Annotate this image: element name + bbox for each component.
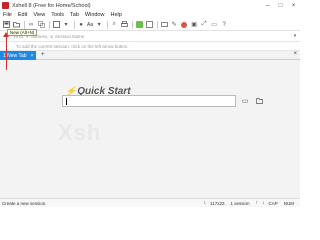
- transfer-icon[interactable]: [135, 21, 143, 29]
- terminal-size-icon: ↕: [203, 200, 207, 206]
- help-icon[interactable]: ?: [220, 21, 228, 29]
- edit-icon[interactable]: ✎: [170, 21, 178, 29]
- print-icon[interactable]: [120, 21, 128, 29]
- window-title: Xshell 8 (Free for Home/School): [12, 2, 91, 9]
- watermark-logo: Xsh: [58, 120, 102, 145]
- window-controls: – □ ×: [261, 0, 300, 11]
- menu-tab[interactable]: Tab: [70, 12, 79, 18]
- menu-file[interactable]: File: [3, 12, 12, 18]
- session-count: 1 session: [230, 200, 250, 206]
- globe-icon[interactable]: ●: [77, 21, 85, 29]
- menu-window[interactable]: Window: [85, 12, 105, 18]
- scroll-up-icon[interactable]: ↑: [255, 200, 258, 206]
- text-cursor: [66, 97, 67, 105]
- toolbar-divider: [107, 20, 109, 29]
- add-tab-button[interactable]: +: [41, 52, 45, 58]
- address-bar: Host, IP address, or Session Name ▾: [0, 31, 300, 42]
- toolbar-divider: [132, 20, 134, 29]
- quick-connect-icon[interactable]: ▭: [241, 97, 249, 105]
- font-dropdown-icon[interactable]: ▾: [95, 21, 103, 29]
- status-bar: Create a new session. ↕ 117x23 1 session…: [0, 198, 300, 207]
- minimize-button[interactable]: –: [261, 0, 274, 11]
- lock-icon[interactable]: ▣: [190, 21, 198, 29]
- toolbar-divider: [74, 20, 75, 29]
- left-arrow-icon[interactable]: ←: [4, 43, 10, 49]
- address-dropdown-icon[interactable]: ▾: [290, 33, 300, 39]
- address-input[interactable]: Host, IP address, or Session Name: [14, 34, 290, 39]
- tab-bar: 1 New Tab × + ×: [0, 51, 300, 60]
- menu-help[interactable]: Help: [110, 12, 121, 18]
- status-message: Create a new session.: [2, 200, 47, 206]
- terminal-icon[interactable]: [145, 21, 153, 29]
- search-icon[interactable]: ⌕: [110, 21, 118, 29]
- maximize-button[interactable]: □: [274, 0, 287, 11]
- keyboard-icon[interactable]: [160, 21, 168, 29]
- menu-tools[interactable]: Tools: [51, 12, 64, 18]
- window-icon[interactable]: [52, 21, 60, 29]
- toolbar-divider: [49, 20, 50, 29]
- num-indicator: NUM: [283, 200, 294, 206]
- fullscreen-icon[interactable]: ⤢: [200, 21, 208, 29]
- toolbar-divider: [24, 20, 25, 29]
- menu-view[interactable]: View: [33, 12, 45, 18]
- menu-edit[interactable]: Edit: [18, 12, 27, 18]
- terminal-size: 117x23: [210, 200, 225, 206]
- xshell-logo-icon: [2, 2, 9, 9]
- caps-indicator: CAP: [268, 200, 278, 206]
- font-button[interactable]: Aa: [87, 22, 93, 28]
- tab-close-icon[interactable]: ×: [31, 53, 34, 59]
- close-tab-button[interactable]: ×: [293, 51, 297, 57]
- link-icon[interactable]: ∞: [27, 21, 35, 29]
- record-icon[interactable]: [180, 21, 188, 29]
- terminal-area[interactable]: [0, 60, 300, 198]
- folder-icon[interactable]: [255, 97, 263, 105]
- quick-start-input[interactable]: [62, 95, 236, 107]
- toolbar-divider: [157, 20, 159, 29]
- dropdown-icon[interactable]: ▾: [62, 21, 70, 29]
- copy-icon[interactable]: [37, 21, 45, 29]
- toolbar: ∞ ▾ ● Aa ▾ ⌕ ✎ ▣ ⤢ ▭ ?: [0, 19, 300, 31]
- open-icon[interactable]: [12, 21, 20, 29]
- session-hint-bar: ← To add the current session, click on t…: [0, 42, 300, 51]
- close-button[interactable]: ×: [287, 0, 300, 11]
- scroll-down-icon[interactable]: ↓: [262, 200, 265, 206]
- annotation-arrow: [6, 36, 7, 70]
- hint-text: To add the current session, click on the…: [16, 43, 129, 49]
- menu-bar: File Edit View Tools Tab Window Help: [0, 11, 300, 19]
- title-bar: Xshell 8 (Free for Home/School) – □ ×: [0, 0, 300, 11]
- new-session-icon[interactable]: [2, 21, 10, 29]
- chat-icon[interactable]: ▭: [210, 21, 218, 29]
